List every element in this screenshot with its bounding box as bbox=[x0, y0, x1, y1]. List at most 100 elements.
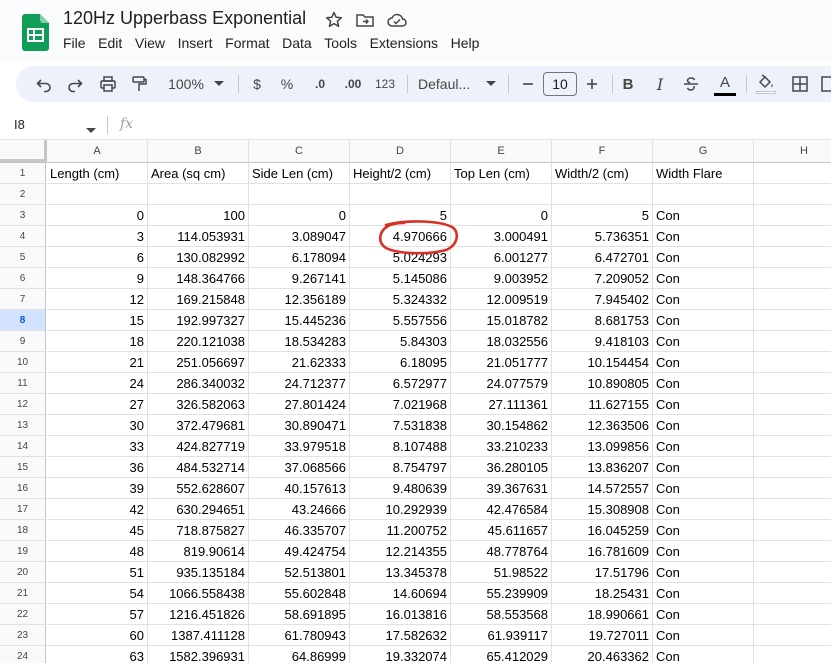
cell-g6[interactable]: Con bbox=[653, 268, 754, 289]
cell-a21[interactable]: 54 bbox=[47, 583, 148, 604]
cell-g23[interactable]: Con bbox=[653, 625, 754, 646]
cell-d17[interactable]: 10.292939 bbox=[350, 499, 451, 520]
row-header-23[interactable]: 23 bbox=[0, 625, 46, 646]
cell-f23[interactable]: 19.727011 bbox=[552, 625, 653, 646]
cell-d6[interactable]: 5.145086 bbox=[350, 268, 451, 289]
cell-b15[interactable]: 484.532714 bbox=[148, 457, 249, 478]
cell-a11[interactable]: 24 bbox=[47, 373, 148, 394]
cell-g24[interactable]: Con bbox=[653, 646, 754, 663]
cell-d5[interactable]: 5.024293 bbox=[350, 247, 451, 268]
cell-h5[interactable] bbox=[754, 247, 831, 268]
cell-f19[interactable]: 16.781609 bbox=[552, 541, 653, 562]
cell-a4[interactable]: 3 bbox=[47, 226, 148, 247]
cell-b18[interactable]: 718.875827 bbox=[148, 520, 249, 541]
cell-d1[interactable]: Height/2 (cm) bbox=[350, 163, 451, 184]
menu-tools[interactable]: Tools bbox=[324, 35, 357, 51]
cell-g17[interactable]: Con bbox=[653, 499, 754, 520]
cell-g1[interactable]: Width Flare bbox=[653, 163, 754, 184]
cell-h11[interactable] bbox=[754, 373, 831, 394]
cell-e4[interactable]: 3.000491 bbox=[451, 226, 552, 247]
row-header-10[interactable]: 10 bbox=[0, 352, 46, 373]
cell-f11[interactable]: 10.890805 bbox=[552, 373, 653, 394]
cell-d19[interactable]: 12.214355 bbox=[350, 541, 451, 562]
cell-g20[interactable]: Con bbox=[653, 562, 754, 583]
fill-color-button[interactable] bbox=[754, 66, 778, 102]
cell-f13[interactable]: 12.363506 bbox=[552, 415, 653, 436]
cell-h6[interactable] bbox=[754, 268, 831, 289]
row-header-16[interactable]: 16 bbox=[0, 478, 46, 499]
cell-h1[interactable] bbox=[754, 163, 831, 184]
zoom-select[interactable]: 100% bbox=[162, 66, 210, 102]
cell-a1[interactable]: Length (cm) bbox=[47, 163, 148, 184]
font-chevron-down-icon[interactable] bbox=[484, 66, 498, 102]
cell-b13[interactable]: 372.479681 bbox=[148, 415, 249, 436]
cell-d23[interactable]: 17.582632 bbox=[350, 625, 451, 646]
cell-a20[interactable]: 51 bbox=[47, 562, 148, 583]
row-header-1[interactable]: 1 bbox=[0, 163, 46, 184]
cell-f5[interactable]: 6.472701 bbox=[552, 247, 653, 268]
cell-e20[interactable]: 51.98522 bbox=[451, 562, 552, 583]
cell-a24[interactable]: 63 bbox=[47, 646, 148, 663]
increase-decimal-button[interactable]: .00 bbox=[339, 66, 367, 102]
cell-b17[interactable]: 630.294651 bbox=[148, 499, 249, 520]
cell-a14[interactable]: 33 bbox=[47, 436, 148, 457]
cell-g4[interactable]: Con bbox=[653, 226, 754, 247]
cell-f3[interactable]: 5 bbox=[552, 205, 653, 226]
cell-a7[interactable]: 12 bbox=[47, 289, 148, 310]
cell-d16[interactable]: 9.480639 bbox=[350, 478, 451, 499]
cell-a15[interactable]: 36 bbox=[47, 457, 148, 478]
cell-a3[interactable]: 0 bbox=[47, 205, 148, 226]
cell-g22[interactable]: Con bbox=[653, 604, 754, 625]
row-header-24[interactable]: 24 bbox=[0, 646, 46, 663]
cell-b8[interactable]: 192.997327 bbox=[148, 310, 249, 331]
cell-c19[interactable]: 49.424754 bbox=[249, 541, 350, 562]
row-header-17[interactable]: 17 bbox=[0, 499, 46, 520]
more-formats-button[interactable]: 123 bbox=[372, 66, 398, 102]
cell-f20[interactable]: 17.51796 bbox=[552, 562, 653, 583]
cell-d11[interactable]: 6.572977 bbox=[350, 373, 451, 394]
italic-button[interactable]: I bbox=[650, 66, 670, 102]
bold-button[interactable]: B bbox=[618, 66, 638, 102]
cell-h24[interactable] bbox=[754, 646, 831, 663]
cell-h22[interactable] bbox=[754, 604, 831, 625]
cell-e11[interactable]: 24.077579 bbox=[451, 373, 552, 394]
menu-insert[interactable]: Insert bbox=[178, 35, 213, 51]
cell-c20[interactable]: 52.513801 bbox=[249, 562, 350, 583]
cell-e8[interactable]: 15.018782 bbox=[451, 310, 552, 331]
cell-b14[interactable]: 424.827719 bbox=[148, 436, 249, 457]
row-header-18[interactable]: 18 bbox=[0, 520, 46, 541]
row-header-5[interactable]: 5 bbox=[0, 247, 46, 268]
cell-a9[interactable]: 18 bbox=[47, 331, 148, 352]
cell-c10[interactable]: 21.62333 bbox=[249, 352, 350, 373]
cell-a8[interactable]: 15 bbox=[47, 310, 148, 331]
cell-e19[interactable]: 48.778764 bbox=[451, 541, 552, 562]
cell-b22[interactable]: 1216.451826 bbox=[148, 604, 249, 625]
cell-d9[interactable]: 5.84303 bbox=[350, 331, 451, 352]
cell-h23[interactable] bbox=[754, 625, 831, 646]
cell-e16[interactable]: 39.367631 bbox=[451, 478, 552, 499]
column-header-g[interactable]: G bbox=[653, 140, 754, 163]
cell-h10[interactable] bbox=[754, 352, 831, 373]
cell-b10[interactable]: 251.056697 bbox=[148, 352, 249, 373]
cell-h19[interactable] bbox=[754, 541, 831, 562]
cell-f12[interactable]: 11.627155 bbox=[552, 394, 653, 415]
row-header-14[interactable]: 14 bbox=[0, 436, 46, 457]
cell-c4[interactable]: 3.089047 bbox=[249, 226, 350, 247]
cell-a13[interactable]: 30 bbox=[47, 415, 148, 436]
decrease-decimal-button[interactable]: .0 bbox=[307, 66, 333, 102]
cell-g5[interactable]: Con bbox=[653, 247, 754, 268]
cell-h18[interactable] bbox=[754, 520, 831, 541]
cloud-saved-icon[interactable] bbox=[386, 10, 407, 30]
cell-a5[interactable]: 6 bbox=[47, 247, 148, 268]
cell-f8[interactable]: 8.681753 bbox=[552, 310, 653, 331]
cell-c12[interactable]: 27.801424 bbox=[249, 394, 350, 415]
cell-h12[interactable] bbox=[754, 394, 831, 415]
cell-f21[interactable]: 18.25431 bbox=[552, 583, 653, 604]
cell-c17[interactable]: 43.24666 bbox=[249, 499, 350, 520]
cell-e23[interactable]: 61.939117 bbox=[451, 625, 552, 646]
cell-a6[interactable]: 9 bbox=[47, 268, 148, 289]
menu-edit[interactable]: Edit bbox=[98, 35, 122, 51]
cell-f7[interactable]: 7.945402 bbox=[552, 289, 653, 310]
cell-d8[interactable]: 5.557556 bbox=[350, 310, 451, 331]
cell-h14[interactable] bbox=[754, 436, 831, 457]
